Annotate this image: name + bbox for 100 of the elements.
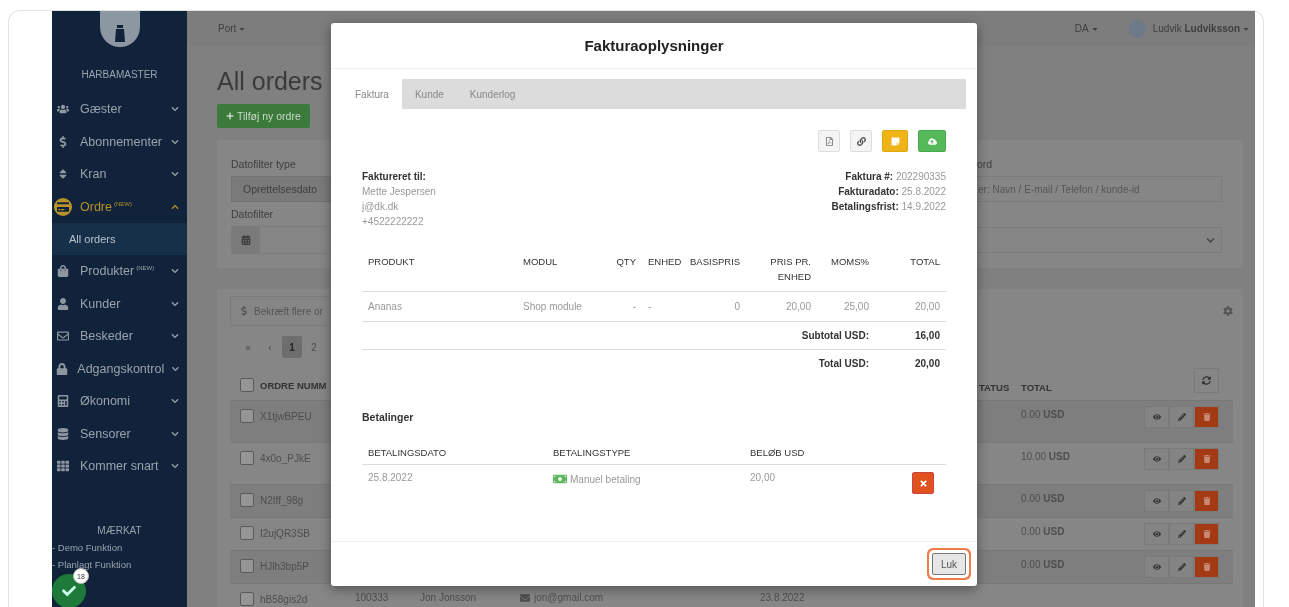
column-header: PRODUKT: [362, 248, 517, 292]
sidebar-item[interactable]: Gæster: [52, 93, 187, 126]
edit-button[interactable]: [1169, 490, 1194, 512]
chevron-icon: [171, 462, 179, 471]
column-header: TOTAL: [875, 248, 946, 292]
sidebar-item[interactable]: Kommer snart: [52, 450, 187, 483]
delete-button[interactable]: [1194, 490, 1219, 512]
invoice-meta: Fakturadato: 25.8.2022: [837, 185, 946, 199]
view-button[interactable]: [1144, 556, 1169, 578]
checkbox[interactable]: [240, 493, 254, 507]
dollar-icon: [239, 306, 249, 316]
delete-button[interactable]: [1194, 448, 1219, 470]
table-cell: 25.8.2022: [362, 464, 547, 501]
chevron-icon: [171, 137, 179, 146]
edit-button[interactable]: [1169, 448, 1194, 470]
table-cell: Shop module: [517, 291, 597, 322]
settings-icon[interactable]: [1223, 306, 1233, 316]
section-title: Betalinger: [362, 411, 415, 423]
payment-type: Manuel betaling: [570, 473, 641, 485]
view-button[interactable]: [1144, 490, 1169, 512]
chevron-icon: [172, 364, 179, 373]
cloud-upload-icon: [927, 136, 937, 146]
column-header: BELØB USD: [744, 441, 906, 465]
delete-button[interactable]: [1194, 406, 1219, 428]
pdf-button[interactable]: [818, 130, 840, 152]
link-icon: [856, 136, 866, 146]
total-label: Total USD:: [362, 349, 875, 377]
checkbox[interactable]: [240, 559, 254, 573]
sidebar-item[interactable]: Adgangskontrol: [52, 352, 187, 385]
checkbox[interactable]: [240, 592, 254, 606]
plus-icon: [226, 112, 234, 120]
refresh-icon: [1202, 376, 1211, 385]
chevron-icon: [171, 267, 179, 276]
checkbox[interactable]: [240, 378, 254, 392]
pencil-icon: [1177, 497, 1186, 505]
chevron-icon: [171, 299, 179, 308]
customer-detail: Mette Jespersen: [362, 185, 436, 199]
eye-icon: [1152, 413, 1161, 421]
column-header: MOMS%: [817, 248, 875, 292]
delete-payment-button[interactable]: [912, 472, 934, 494]
checkbox[interactable]: [240, 409, 254, 423]
column-header: TOTAL: [1021, 381, 1053, 393]
edit-button[interactable]: [1169, 556, 1194, 578]
legend-item: - Planlagt Funktion: [52, 558, 133, 570]
tab[interactable]: Faktura: [342, 79, 402, 109]
customer-detail: +4522222222: [362, 215, 425, 229]
checkbox[interactable]: [240, 451, 254, 465]
upload-button[interactable]: [918, 130, 946, 152]
chevron-icon: [171, 332, 179, 341]
pencil-icon: [1177, 530, 1186, 538]
envelope-icon: [520, 592, 530, 603]
chevron-icon: [171, 202, 179, 211]
chevron-icon: [171, 105, 179, 114]
legend-title: MÆRKAT: [96, 524, 143, 536]
sidebar-item[interactable]: Kunder: [52, 287, 187, 320]
edit-button[interactable]: [1169, 406, 1194, 428]
sidebar-item[interactable]: Abonnementer: [52, 125, 187, 158]
field-label: Datofilter type: [231, 158, 297, 170]
file-icon: [824, 136, 834, 146]
sidebar-item[interactable]: Beskeder: [52, 320, 187, 353]
trash-icon: [1202, 497, 1211, 505]
view-button[interactable]: [1144, 523, 1169, 545]
calendar-icon: [241, 235, 251, 245]
sidebar-item[interactable]: Økonomi: [52, 385, 187, 418]
add-order-button[interactable]: Tilføj ny ordre: [217, 104, 310, 128]
sidebar-item[interactable]: Produkter $^{(NEW)}$: [52, 255, 187, 288]
refresh-button[interactable]: [1194, 368, 1219, 393]
delete-button[interactable]: [1194, 523, 1219, 545]
view-button[interactable]: [1144, 406, 1169, 428]
link-button[interactable]: [850, 130, 872, 152]
eye-icon: [1152, 497, 1161, 505]
invoice-meta: Betalingsfrist: 14.9.2022: [831, 200, 946, 214]
chevron-icon: [171, 170, 179, 179]
order-number: I2ujQR3SB: [260, 527, 311, 539]
field-label: ord: [977, 158, 994, 170]
trash-icon: [1202, 563, 1211, 571]
table-cell: 20,00: [744, 464, 906, 501]
edit-button[interactable]: [1169, 523, 1194, 545]
sidebar-item[interactable]: Kran: [52, 158, 187, 191]
sidebar-subitem[interactable]: All orders: [52, 223, 187, 255]
view-button[interactable]: [1144, 448, 1169, 470]
trash-icon: [1202, 530, 1211, 538]
trash-icon: [1202, 413, 1211, 421]
note-button[interactable]: [882, 130, 908, 152]
order-number: hB58gis2d: [260, 593, 308, 605]
column-header: TATUS: [979, 381, 1011, 393]
table-cell: -: [642, 291, 684, 322]
chevron-icon: [1206, 235, 1215, 245]
eye-icon: [1152, 563, 1161, 571]
invoice-meta: Faktura #: 202290335: [844, 170, 946, 184]
checkbox[interactable]: [240, 526, 254, 540]
check-icon: [62, 584, 76, 598]
page-link[interactable]: 1: [282, 336, 302, 358]
sidebar-item[interactable]: Ordre $^{(NEW)}$: [52, 190, 187, 223]
date-field[interactable]: [231, 226, 331, 254]
order-number: 4x0o_PJkE: [260, 452, 311, 464]
delete-button[interactable]: [1194, 556, 1219, 578]
field-label: Datofilter: [231, 208, 274, 220]
sidebar-item[interactable]: Sensorer: [52, 417, 187, 450]
column-header: ORDRE NUMM: [260, 379, 327, 391]
